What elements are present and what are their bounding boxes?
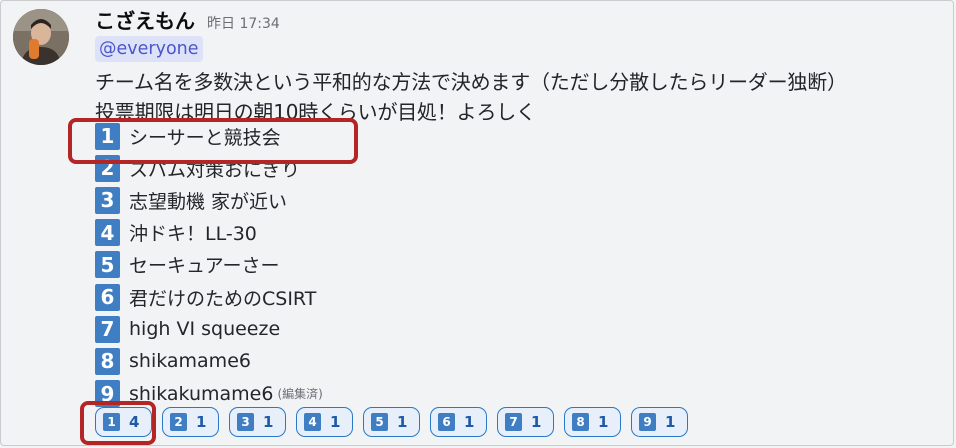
reaction-count: 1: [531, 413, 542, 431]
mention-everyone[interactable]: @everyone: [95, 36, 203, 62]
message-header: こざえもん 昨日 17:34: [95, 5, 280, 33]
poll-option: 4 沖ドキ！LL-30: [95, 217, 323, 249]
option-text: 君だけのためのCSIRT: [129, 287, 317, 310]
poll-option: 2 スパム対策おにぎり: [95, 152, 323, 184]
option-text: スパム対策おにぎり: [129, 158, 301, 181]
reaction-count: 1: [598, 413, 609, 431]
number-3-icon: 3: [237, 413, 254, 431]
poll-option: 3 志望動機 家が近い: [95, 184, 323, 216]
reaction-1[interactable]: 1 4: [95, 407, 152, 437]
number-5-icon: 5: [371, 413, 388, 431]
option-text: セーキュアーさー: [129, 255, 280, 278]
reaction-9[interactable]: 9 1: [631, 407, 688, 437]
poll-option: 8 shikamame6: [95, 345, 323, 377]
option-text: 沖ドキ！LL-30: [129, 223, 257, 246]
option-text: シーサーと競技会: [129, 126, 281, 149]
number-4-icon: 4: [95, 219, 120, 247]
poll-option: 1 シーサーと競技会: [95, 120, 323, 152]
number-3-icon: 3: [95, 186, 120, 214]
reaction-5[interactable]: 5 1: [363, 407, 420, 437]
message-line-1: チーム名を多数決という平和的な方法で決めます（ただし分散したらリーダー独断）: [95, 70, 847, 94]
reaction-bar: 1 4 2 1 3 1 4 1 5 1 6 1 7 1 8 1 9 1: [95, 407, 698, 437]
number-5-icon: 5: [95, 251, 120, 279]
number-9-icon: 9: [639, 413, 656, 431]
number-7-icon: 7: [505, 413, 522, 431]
reaction-2[interactable]: 2 1: [162, 407, 219, 437]
number-8-icon: 8: [572, 413, 589, 431]
number-4-icon: 4: [304, 413, 321, 431]
poll-option: 9 shikakumame6 (編集済): [95, 378, 323, 410]
reaction-6[interactable]: 6 1: [430, 407, 487, 437]
reaction-count: 1: [263, 413, 274, 431]
number-8-icon: 8: [95, 347, 120, 375]
avatar[interactable]: [13, 9, 69, 65]
number-2-icon: 2: [95, 154, 120, 182]
author-name[interactable]: こざえもん: [95, 5, 195, 34]
avatar-image: [13, 9, 69, 65]
reaction-count: 1: [665, 413, 676, 431]
timestamp: 昨日 17:34: [207, 16, 280, 32]
reaction-count: 1: [464, 413, 475, 431]
number-7-icon: 7: [95, 315, 120, 343]
number-2-icon: 2: [170, 413, 187, 431]
number-9-icon: 9: [95, 380, 120, 408]
reaction-4[interactable]: 4 1: [296, 407, 353, 437]
reaction-8[interactable]: 8 1: [564, 407, 621, 437]
number-6-icon: 6: [438, 413, 455, 431]
reaction-count: 4: [129, 413, 140, 431]
reaction-count: 1: [397, 413, 408, 431]
number-6-icon: 6: [95, 283, 120, 311]
option-text: 志望動機 家が近い: [129, 190, 288, 213]
option-text: shikamame6: [129, 350, 251, 373]
poll-option: 6 君だけのためのCSIRT: [95, 281, 323, 313]
number-1-icon: 1: [103, 413, 120, 431]
poll-options: 1 シーサーと競技会 2 スパム対策おにぎり 3 志望動機 家が近い 4 沖ドキ…: [95, 120, 323, 410]
option-text: shikakumame6: [129, 382, 274, 405]
option-text: high VI squeeze: [129, 318, 281, 341]
number-1-icon: 1: [95, 122, 120, 150]
reaction-3[interactable]: 3 1: [229, 407, 286, 437]
reaction-count: 1: [330, 413, 341, 431]
reaction-7[interactable]: 7 1: [497, 407, 554, 437]
reaction-count: 1: [196, 413, 207, 431]
edited-label: (編集済): [277, 387, 323, 402]
poll-option: 5 セーキュアーさー: [95, 249, 323, 281]
poll-option: 7 high VI squeeze: [95, 313, 323, 345]
